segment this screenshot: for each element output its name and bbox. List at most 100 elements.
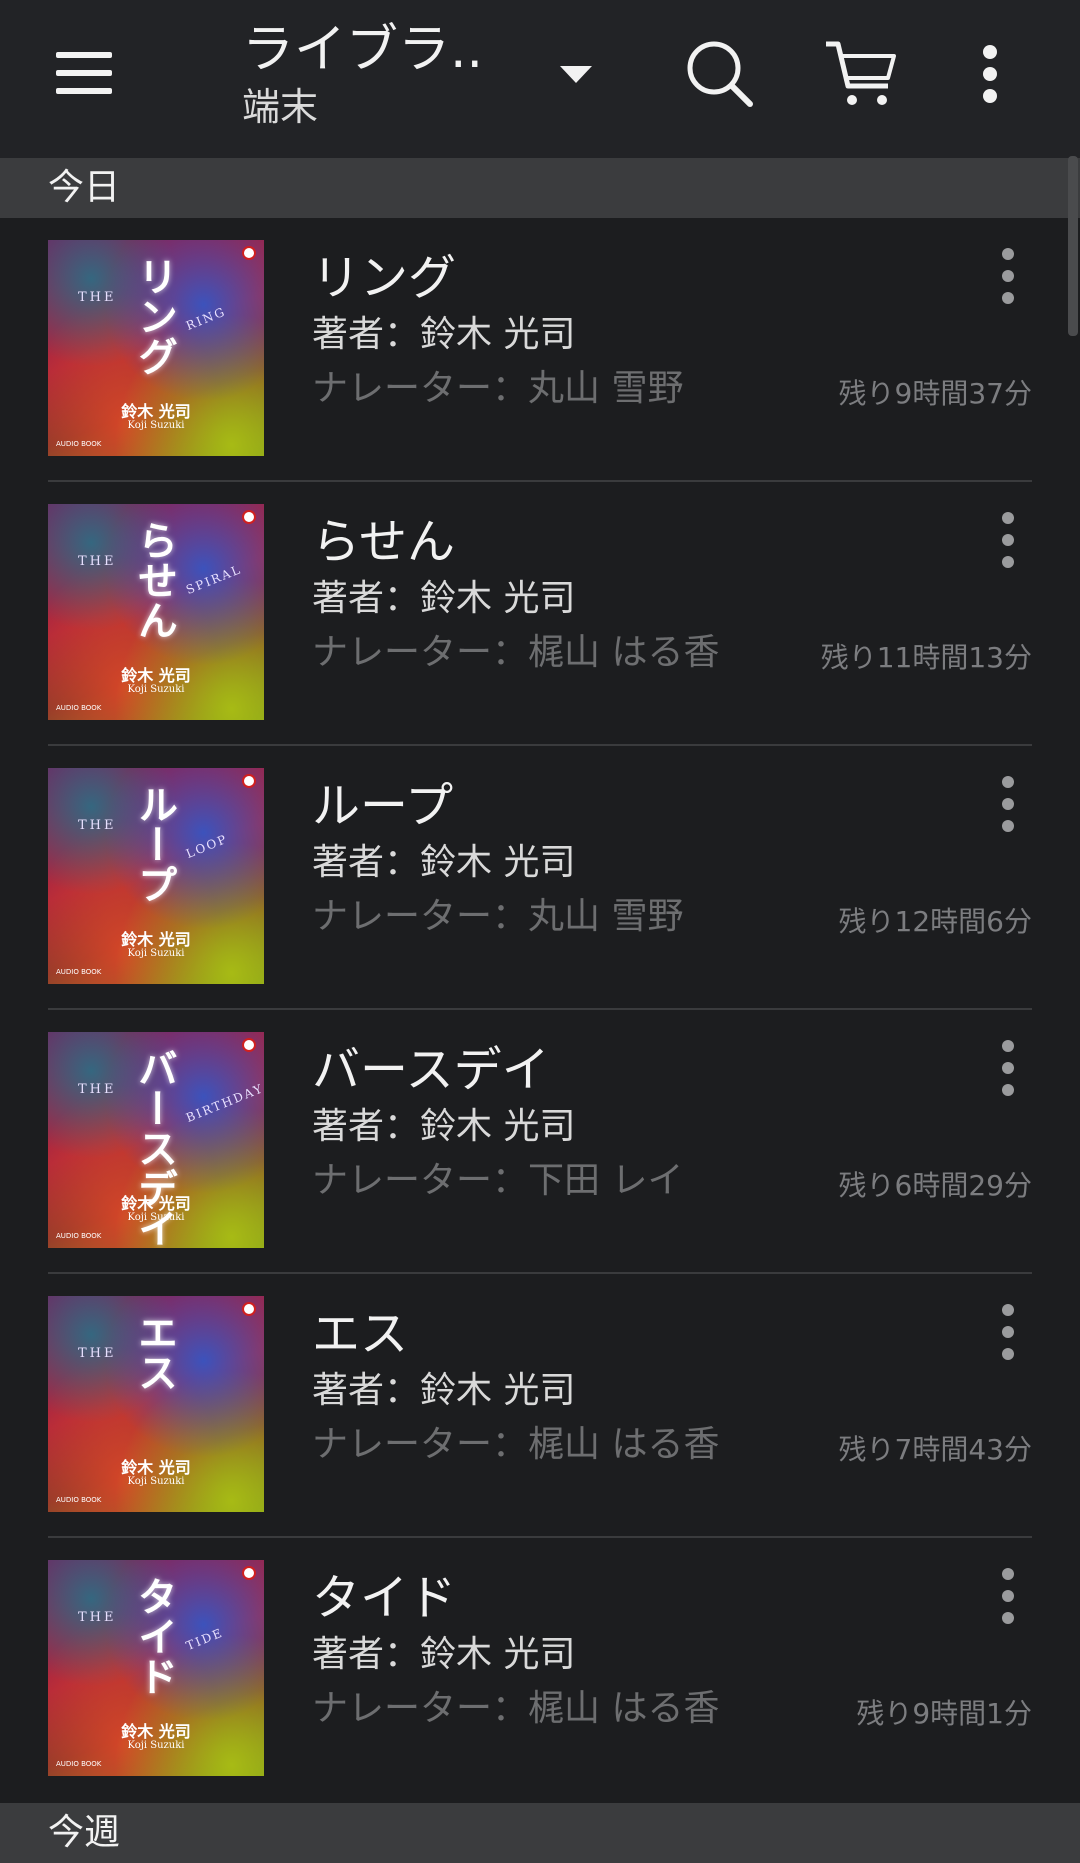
library-dropdown[interactable]: ライブラ.. 端末 (242, 18, 602, 138)
more-options-icon[interactable] (980, 240, 1036, 312)
book-title: らせん (312, 514, 456, 570)
more-options-icon[interactable] (980, 1296, 1036, 1368)
cover-the-label: THE (78, 1082, 117, 1097)
more-options-dot (1002, 1568, 1014, 1580)
cover-the-label: THE (78, 1610, 117, 1625)
book-author: 著者：鈴木 光司 (312, 1106, 576, 1147)
more-options-dot (1002, 1590, 1014, 1602)
dropdown-arrow-icon[interactable] (560, 66, 592, 83)
more-options-dot (1002, 1084, 1014, 1096)
cover-the-label: THE (78, 290, 117, 305)
cover-title: らせん (131, 520, 178, 640)
more-options-dot (1002, 1348, 1014, 1360)
cover-author-jp: 鈴木 光司 (121, 1722, 191, 1741)
section-label: 今日 (48, 167, 121, 208)
book-cover[interactable]: THE タイド TIDE 鈴木 光司 Koji Suzuki AUDIO BOO… (48, 1560, 264, 1776)
cover-title: タイド (131, 1576, 178, 1696)
cover-author-en: Koji Suzuki (127, 1476, 185, 1487)
book-title: エス (312, 1306, 409, 1362)
book-author: 著者：鈴木 光司 (312, 578, 576, 619)
time-remaining: 残り9時間1分 (856, 1697, 1032, 1730)
book-narrator: ナレーター：下田 レイ (312, 1160, 684, 1201)
cover-series-label: AUDIO BOOK (56, 1496, 102, 1504)
app-title: ライブラ.. (242, 20, 484, 80)
book-cover[interactable]: THE バースデイ BIRTHDAY 鈴木 光司 Koji Suzuki AUD… (48, 1032, 264, 1248)
book-narrator: ナレーター：梶山 はる香 (312, 632, 720, 673)
cover-author-en: Koji Suzuki (127, 684, 185, 695)
cover-author-en: Koji Suzuki (127, 420, 185, 431)
cover-author-en: Koji Suzuki (127, 948, 185, 959)
cover-series-label: AUDIO BOOK (56, 704, 102, 712)
book-list-item[interactable]: THE エス 鈴木 光司 Koji Suzuki AUDIO BOOK エス 著… (0, 1274, 1080, 1538)
cover-series-label: AUDIO BOOK (56, 1232, 102, 1240)
time-remaining: 残り6時間29分 (838, 1169, 1032, 1202)
cover-series-label: AUDIO BOOK (56, 1760, 102, 1768)
more-options-dot (1002, 1062, 1014, 1074)
book-author: 著者：鈴木 光司 (312, 842, 576, 883)
time-remaining: 残り9時間37分 (838, 377, 1032, 410)
cover-author-en: Koji Suzuki (127, 1212, 185, 1223)
more-options-dot (1002, 556, 1014, 568)
cover-the-label: THE (78, 818, 117, 833)
more-options-dot (1002, 512, 1014, 524)
more-options-icon[interactable] (980, 504, 1036, 576)
time-remaining: 残り12時間6分 (838, 905, 1032, 938)
cover-title: ループ (131, 784, 178, 904)
more-options-dot (1002, 270, 1014, 282)
book-title: バースデイ (312, 1042, 550, 1098)
menu-icon-line (56, 52, 112, 58)
book-narrator: ナレーター：丸山 雪野 (312, 896, 684, 937)
cover-author-jp: 鈴木 光司 (121, 930, 191, 949)
more-options-dot (1002, 776, 1014, 788)
cover-author-jp: 鈴木 光司 (121, 402, 191, 421)
book-list-item[interactable]: THE バースデイ BIRTHDAY 鈴木 光司 Koji Suzuki AUD… (0, 1010, 1080, 1274)
more-options-dot (1002, 534, 1014, 546)
app-bar: ライブラ.. 端末 (0, 0, 1080, 158)
publisher-badge-icon (242, 1038, 256, 1052)
section-header-this-week: 今週 (0, 1803, 1080, 1863)
more-vert-icon[interactable] (950, 34, 1030, 114)
more-options-icon[interactable] (980, 1560, 1036, 1632)
cover-title: リング (131, 256, 178, 376)
book-cover[interactable]: THE エス 鈴木 光司 Koji Suzuki AUDIO BOOK (48, 1296, 264, 1512)
book-title: タイド (312, 1570, 457, 1626)
menu-icon[interactable] (48, 48, 120, 98)
more-options-dot (1002, 820, 1014, 832)
book-author: 著者：鈴木 光司 (312, 314, 576, 355)
more-options-icon[interactable] (980, 1032, 1036, 1104)
cart-icon[interactable] (822, 34, 902, 114)
book-list-item[interactable]: THE タイド TIDE 鈴木 光司 Koji Suzuki AUDIO BOO… (0, 1538, 1080, 1802)
book-cover[interactable]: THE ループ LOOP 鈴木 光司 Koji Suzuki AUDIO BOO… (48, 768, 264, 984)
more-options-dot (1002, 1040, 1014, 1052)
book-author: 著者：鈴木 光司 (312, 1370, 576, 1411)
cover-series-label: AUDIO BOOK (56, 968, 102, 976)
cover-author-en: Koji Suzuki (127, 1740, 185, 1751)
cover-author-jp: 鈴木 光司 (121, 1194, 191, 1213)
more-options-dot (1002, 1612, 1014, 1624)
cover-english-title: SPIRAL (184, 562, 244, 597)
cover-author-jp: 鈴木 光司 (121, 666, 191, 685)
time-remaining: 残り11時間13分 (820, 641, 1032, 674)
book-narrator: ナレーター：梶山 はる香 (312, 1424, 720, 1465)
book-author: 著者：鈴木 光司 (312, 1634, 576, 1675)
more-options-dot (1002, 248, 1014, 260)
cover-the-label: THE (78, 1346, 117, 1361)
book-list-item[interactable]: THE リング RING 鈴木 光司 Koji Suzuki AUDIO BOO… (0, 218, 1080, 482)
publisher-badge-icon (242, 774, 256, 788)
more-options-dot (1002, 1326, 1014, 1338)
book-narrator: ナレーター：丸山 雪野 (312, 368, 684, 409)
app-subtitle: 端末 (242, 85, 319, 129)
book-list-item[interactable]: THE ループ LOOP 鈴木 光司 Koji Suzuki AUDIO BOO… (0, 746, 1080, 1010)
more-options-icon[interactable] (980, 768, 1036, 840)
book-cover[interactable]: THE らせん SPIRAL 鈴木 光司 Koji Suzuki AUDIO B… (48, 504, 264, 720)
cover-english-title: RING (184, 304, 229, 333)
publisher-badge-icon (242, 1302, 256, 1316)
more-options-dot (1002, 292, 1014, 304)
search-icon[interactable] (680, 34, 760, 114)
book-list-item[interactable]: THE らせん SPIRAL 鈴木 光司 Koji Suzuki AUDIO B… (0, 482, 1080, 746)
book-title: リング (312, 250, 457, 306)
book-cover[interactable]: THE リング RING 鈴木 光司 Koji Suzuki AUDIO BOO… (48, 240, 264, 456)
section-label: 今週 (48, 1812, 121, 1853)
menu-icon-line (56, 88, 112, 94)
cover-english-title: BIRTHDAY (184, 1081, 264, 1125)
